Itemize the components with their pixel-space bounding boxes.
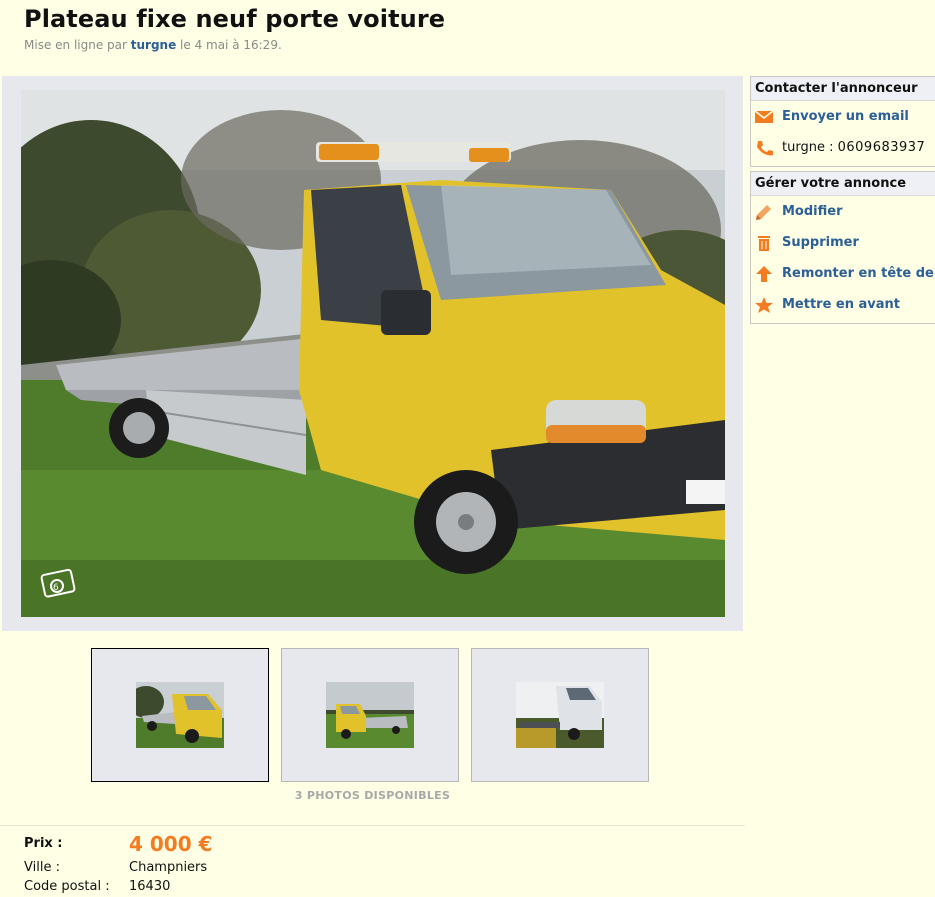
price-value: 4 000 €	[129, 832, 213, 856]
postal-value: 16430	[129, 879, 171, 894]
feature-link[interactable]: Mettre en avant	[751, 289, 935, 320]
author-link[interactable]: turgne	[131, 38, 176, 52]
meta-prefix: Mise en ligne par	[24, 38, 131, 52]
phone-icon	[757, 141, 773, 156]
feature-label: Mettre en avant	[782, 297, 901, 312]
phone-separator: :	[824, 140, 838, 155]
camera-icon: 6	[40, 568, 76, 598]
main-photo-frame: 6	[2, 76, 743, 631]
delete-link[interactable]: Supprimer	[751, 227, 935, 258]
delete-label: Supprimer	[782, 235, 859, 250]
email-link-label: Envoyer un email	[782, 109, 909, 124]
manage-panel: Gérer votre annonce Modifier Supprimer R…	[750, 171, 935, 324]
arrow-up-icon	[756, 266, 772, 282]
star-icon	[755, 297, 773, 313]
thumbnail-1[interactable]	[91, 648, 269, 782]
contact-panel: Contacter l'annonceur Envoyer un email t…	[750, 76, 935, 167]
thumbnail-2[interactable]	[281, 648, 459, 782]
thumbnail-3[interactable]	[471, 648, 649, 782]
modify-label: Modifier	[782, 204, 843, 219]
email-icon	[754, 110, 774, 123]
postal-label: Code postal :	[24, 879, 110, 894]
email-link[interactable]: Envoyer un email	[751, 101, 935, 132]
phone-row: turgne : 0609683937	[751, 132, 935, 163]
ad-meta: Mise en ligne par turgne le 4 mai à 16:2…	[24, 38, 282, 52]
pencil-icon	[756, 205, 771, 220]
manage-panel-title: Gérer votre annonce	[751, 172, 935, 196]
svg-text:6: 6	[53, 583, 59, 593]
ad-title: Plateau fixe neuf porte voiture	[24, 5, 446, 33]
thumbnail-image	[136, 682, 224, 748]
modify-link[interactable]: Modifier	[751, 196, 935, 227]
price-label: Prix :	[24, 836, 63, 851]
bump-label: Remonter en tête de	[782, 266, 934, 281]
trash-icon	[758, 236, 770, 251]
divider	[0, 825, 745, 826]
phone-name: turgne	[782, 140, 825, 155]
phone-number: 0609683937	[837, 140, 926, 155]
contact-panel-title: Contacter l'annonceur	[751, 77, 935, 101]
bump-link[interactable]: Remonter en tête de	[751, 258, 935, 289]
photos-count: 3 PHOTOS DISPONIBLES	[294, 789, 451, 802]
thumbnail-image	[516, 682, 604, 748]
city-value: Champniers	[129, 860, 208, 875]
city-label: Ville :	[24, 860, 60, 875]
meta-suffix: le 4 mai à 16:29.	[176, 38, 282, 52]
main-photo[interactable]: 6	[21, 90, 725, 617]
thumbnail-image	[326, 682, 414, 748]
